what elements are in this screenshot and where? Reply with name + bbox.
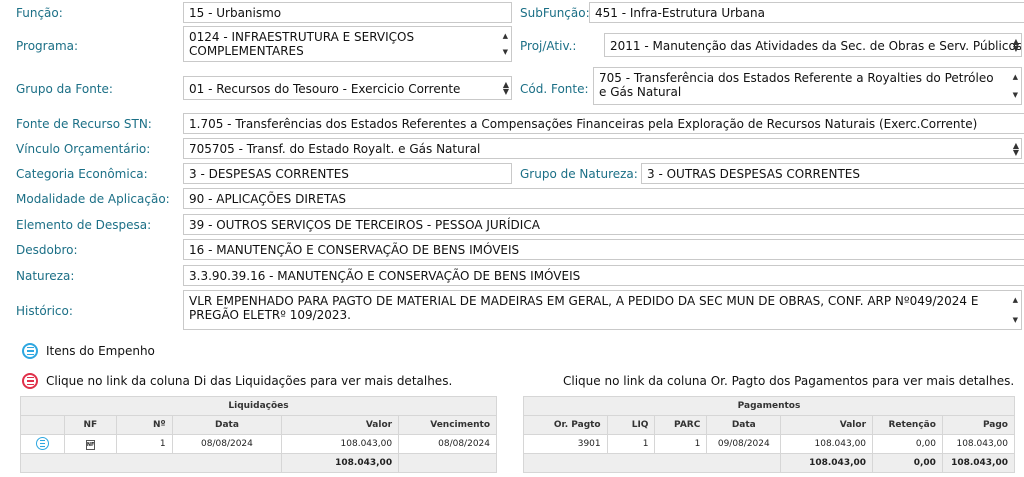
- num-cell: 1: [115, 434, 173, 454]
- cod-fonte-field[interactable]: 705 - Transferência dos Estados Referent…: [593, 67, 1022, 105]
- col-orpagto: Or. Pagto: [523, 415, 608, 435]
- valor-cell: 108.043,00: [281, 434, 400, 454]
- total-row: 108.043,00 0,00 108.043,00: [522, 453, 1016, 473]
- scroll-down-icon[interactable]: ▼: [1013, 313, 1018, 327]
- scroll-up-icon[interactable]: ▲: [1013, 70, 1018, 84]
- total-valor: 108.043,00: [780, 453, 874, 473]
- grupo-fonte-select[interactable]: 01 - Recursos do Tesouro - Exercicio Cor…: [183, 76, 512, 100]
- col-pago: Pago: [941, 415, 1016, 435]
- programa-field[interactable]: 0124 - INFRAESTRUTURA E SERVIÇOS COMPLEM…: [183, 26, 512, 62]
- projativ-value: 2011 - Manutenção das Atividades da Sec.…: [610, 39, 1022, 53]
- col-parc: PARC: [654, 415, 708, 435]
- pagamentos-title: Pagamentos: [523, 396, 1015, 416]
- subfuncao-field[interactable]: 451 - Infra-Estrutura Urbana: [589, 2, 1024, 23]
- nf-document-icon[interactable]: NF: [85, 439, 95, 450]
- desdobro-label: Desdobro:: [16, 243, 78, 257]
- nf-cell[interactable]: NF: [63, 434, 117, 454]
- spinner-icon[interactable]: ▲ ▼: [1013, 141, 1019, 156]
- grupo-fonte-label: Grupo da Fonte:: [16, 82, 113, 96]
- col-data: Data: [706, 415, 782, 435]
- scroll-up-icon[interactable]: ▲: [503, 29, 508, 43]
- cod-fonte-value: 705 - Transferência dos Estados Referent…: [599, 71, 994, 99]
- col-vencimento: Vencimento: [398, 415, 497, 435]
- scroll-down-icon[interactable]: ▼: [1013, 88, 1018, 102]
- funcao-field[interactable]: 15 - Urbanismo: [183, 2, 512, 23]
- data-cell: 09/08/2024: [706, 434, 782, 454]
- col-num: Nº: [115, 415, 173, 435]
- fonte-stn-field[interactable]: 1.705 - Transferências dos Estados Refer…: [183, 113, 1024, 134]
- liquidacoes-table: Liquidações NF Nº Data Valor Vencimento …: [19, 396, 497, 473]
- table-row: NF 1 08/08/2024 108.043,00 08/08/2024: [20, 434, 497, 454]
- vinculo-value: 705705 - Transf. do Estado Royalt. e Gás…: [189, 142, 481, 156]
- list-icon[interactable]: [35, 436, 49, 450]
- col-valor: Valor: [281, 415, 400, 435]
- pago-cell: 108.043,00: [941, 434, 1016, 454]
- elemento-label: Elemento de Despesa:: [16, 218, 152, 232]
- parc-cell: 1: [654, 434, 708, 454]
- historico-field[interactable]: VLR EMPENHADO PARA PAGTO DE MATERIAL DE …: [183, 290, 1022, 330]
- vinculo-label: Vínculo Orçamentário:: [16, 142, 151, 156]
- liquidacoes-hint: Clique no link da coluna Di das Liquidaç…: [46, 374, 453, 388]
- historico-label: Histórico:: [16, 304, 73, 318]
- pagamentos-table: Pagamentos Or. Pagto LIQ PARC Data Valor…: [522, 396, 1016, 473]
- funcao-label: Função:: [16, 6, 63, 20]
- programa-label: Programa:: [16, 39, 79, 53]
- retencao-cell: 0,00: [872, 434, 943, 454]
- categoria-label: Categoria Econômica:: [16, 167, 148, 181]
- total-blank: [19, 453, 283, 473]
- list-icon[interactable]: [22, 343, 38, 359]
- natureza-label: Natureza:: [16, 269, 75, 283]
- table-row: 3901 1 1 09/08/2024 108.043,00 0,00 108.…: [523, 434, 1016, 454]
- historico-value: VLR EMPENHADO PARA PAGTO DE MATERIAL DE …: [189, 294, 979, 322]
- spinner-icon[interactable]: ▲ ▼: [1013, 38, 1019, 53]
- total-blank: [522, 453, 782, 473]
- col-blank: [20, 415, 65, 435]
- desdobro-field[interactable]: 16 - MANUTENÇÃO E CONSERVAÇÃO DE BENS IM…: [183, 239, 1024, 260]
- grupo-natureza-label: Grupo de Natureza:: [520, 167, 638, 181]
- list-icon[interactable]: [22, 373, 38, 389]
- scroll-down-icon[interactable]: ▼: [503, 45, 508, 59]
- col-data: Data: [171, 415, 283, 435]
- total-valor: 108.043,00: [281, 453, 400, 473]
- grupo-fonte-value: 01 - Recursos do Tesouro - Exercicio Cor…: [189, 82, 461, 96]
- natureza-field[interactable]: 3.3.90.39.16 - MANUTENÇÃO E CONSERVAÇÃO …: [183, 265, 1024, 286]
- total-blank: [398, 453, 497, 473]
- data-cell: 08/08/2024: [171, 434, 283, 454]
- liquidacoes-title: Liquidações: [20, 396, 497, 416]
- subfuncao-label: SubFunção:: [520, 6, 590, 20]
- col-nf: NF: [63, 415, 117, 435]
- scroll-up-icon[interactable]: ▲: [1013, 293, 1018, 307]
- col-valor: Valor: [780, 415, 874, 435]
- grupo-natureza-field[interactable]: 3 - OUTRAS DESPESAS CORRENTES: [641, 163, 1024, 184]
- modalidade-field[interactable]: 90 - APLICAÇÕES DIRETAS: [183, 188, 1024, 209]
- elemento-field[interactable]: 39 - OUTROS SERVIÇOS DE TERCEIROS - PESS…: [183, 214, 1024, 235]
- total-pago: 108.043,00: [941, 453, 1016, 473]
- projativ-label: Proj/Ativ.:: [520, 39, 577, 53]
- cod-fonte-label: Cód. Fonte:: [520, 82, 589, 96]
- categoria-field[interactable]: 3 - DESPESAS CORRENTES: [183, 163, 512, 184]
- col-retencao: Retenção: [872, 415, 943, 435]
- vencimento-cell: 08/08/2024: [398, 434, 497, 454]
- orpagto-cell[interactable]: 3901: [523, 434, 608, 454]
- vinculo-select[interactable]: 705705 - Transf. do Estado Royalt. e Gás…: [183, 138, 1022, 159]
- itens-empenho-link[interactable]: Itens do Empenho: [46, 344, 155, 358]
- col-liq: LIQ: [606, 415, 656, 435]
- row-detail-cell[interactable]: [20, 434, 65, 454]
- spinner-icon[interactable]: ▲ ▼: [503, 81, 509, 96]
- modalidade-label: Modalidade de Aplicação:: [16, 192, 170, 206]
- projativ-select[interactable]: 2011 - Manutenção das Atividades da Sec.…: [604, 33, 1022, 57]
- programa-value: 0124 - INFRAESTRUTURA E SERVIÇOS COMPLEM…: [189, 30, 415, 58]
- fonte-stn-label: Fonte de Recurso STN:: [16, 117, 152, 131]
- pagamentos-hint: Clique no link da coluna Or. Pagto dos P…: [563, 374, 1015, 388]
- total-row: 108.043,00: [19, 453, 497, 473]
- valor-cell: 108.043,00: [780, 434, 874, 454]
- liq-cell: 1: [606, 434, 656, 454]
- total-retencao: 0,00: [872, 453, 943, 473]
